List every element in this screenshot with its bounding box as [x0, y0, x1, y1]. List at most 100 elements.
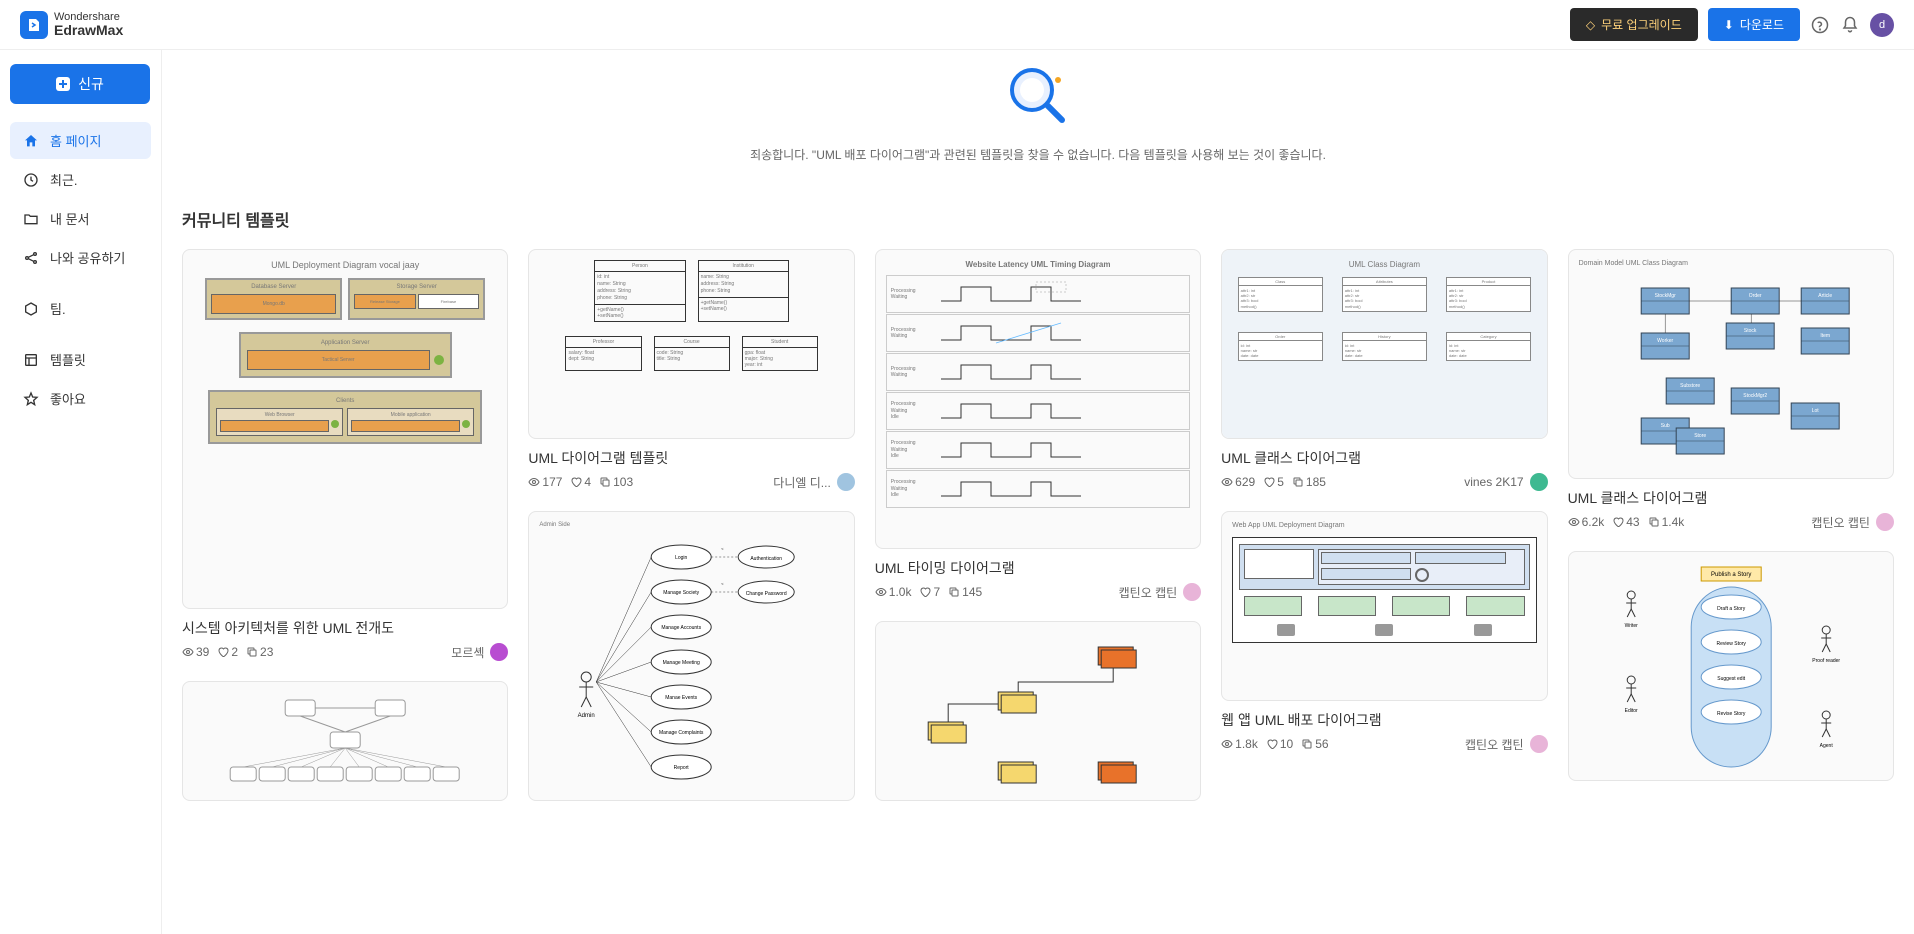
- copies-stat: 56: [1301, 737, 1328, 751]
- views-stat: 1.0k: [875, 585, 912, 599]
- svg-text:Admin: Admin: [578, 713, 595, 719]
- sidebar-item-template[interactable]: 템플릿: [10, 341, 151, 378]
- template-thumbnail: Publish a Story Draft a StoryReview Stor…: [1568, 551, 1894, 781]
- svg-text:StockMgr: StockMgr: [1654, 293, 1675, 299]
- heart-icon: [217, 646, 229, 658]
- heart-icon: [1263, 476, 1275, 488]
- template-meta: 6.2k 43 1.4k 캡틴오 캡틴: [1568, 513, 1894, 531]
- template-author[interactable]: 다니엘 디...: [773, 473, 855, 491]
- template-meta: 177 4 103 다니엘 디...: [528, 473, 854, 491]
- copy-icon: [599, 476, 611, 488]
- template-card[interactable]: Website Latency UML Timing Diagram Proce…: [875, 249, 1201, 601]
- folder-icon: [22, 210, 40, 228]
- svg-text:Manage Society: Manage Society: [664, 590, 700, 596]
- bell-icon[interactable]: [1840, 15, 1860, 35]
- template-author[interactable]: 캡틴오 캡틴: [1465, 735, 1548, 753]
- copy-icon: [948, 586, 960, 598]
- svg-text:Revise Story: Revise Story: [1717, 711, 1746, 717]
- template-meta: 39 2 23 모르셱: [182, 643, 508, 661]
- team-icon: [22, 300, 40, 318]
- heart-icon: [1266, 738, 1278, 750]
- copy-icon: [1292, 476, 1304, 488]
- svg-text:Suggest edit: Suggest edit: [1717, 676, 1745, 682]
- template-card[interactable]: [182, 681, 508, 801]
- sidebar-item-star[interactable]: 좋아요: [10, 380, 151, 417]
- clock-icon: [22, 171, 40, 189]
- section-title: 커뮤니티 템플릿: [182, 207, 1894, 231]
- copies-stat: 185: [1292, 475, 1326, 489]
- template-card[interactable]: Domain Model UML Class Diagram StockMgrO…: [1568, 249, 1894, 531]
- template-author[interactable]: 캡틴오 캡틴: [1119, 583, 1202, 601]
- svg-text:Item: Item: [1820, 333, 1830, 339]
- author-avatar: [1183, 583, 1201, 601]
- sidebar-item-label: 홈 페이지: [50, 131, 101, 150]
- svg-text:Review Story: Review Story: [1716, 641, 1746, 647]
- likes-stat: 5: [1263, 475, 1284, 489]
- template-card[interactable]: Web App UML Deployment Diagram 웹 앱 UML 배…: [1221, 511, 1547, 753]
- copies-stat: 1.4k: [1648, 515, 1685, 529]
- svg-text:Agent: Agent: [1819, 743, 1833, 749]
- sidebar-item-label: 나와 공유하기: [50, 248, 125, 267]
- logo[interactable]: Wondershare EdrawMax: [20, 11, 123, 39]
- template-thumbnail: Admin Side Admin LoginManage SocietyMana…: [528, 511, 854, 801]
- search-message: 죄송합니다. "UML 배포 다이어그램"과 관련된 템플릿을 찾을 수 없습니…: [182, 146, 1894, 163]
- sidebar-item-team[interactable]: 팀.: [10, 290, 151, 327]
- template-card[interactable]: Admin Side Admin LoginManage SocietyMana…: [528, 511, 854, 801]
- svg-text:Order: Order: [1748, 293, 1761, 299]
- svg-text:Manage Accounts: Manage Accounts: [662, 625, 702, 631]
- sidebar-item-folder[interactable]: 내 문서: [10, 200, 151, 237]
- likes-stat: 2: [217, 645, 238, 659]
- heart-icon: [570, 476, 582, 488]
- content-area: 죄송합니다. "UML 배포 다이어그램"과 관련된 템플릿을 찾을 수 없습니…: [162, 50, 1914, 934]
- template-title: UML 클래스 다이어그램: [1221, 449, 1547, 467]
- template-author[interactable]: 모르셱: [451, 643, 508, 661]
- help-icon[interactable]: [1810, 15, 1830, 35]
- svg-text:Draft a Story: Draft a Story: [1717, 606, 1746, 612]
- sidebar-item-share[interactable]: 나와 공유하기: [10, 239, 151, 276]
- template-thumbnail: Personid: intname: Stringaddress: String…: [528, 249, 854, 439]
- search-illustration-icon: [1002, 60, 1074, 132]
- copy-icon: [1648, 516, 1660, 528]
- svg-text:Report: Report: [674, 765, 690, 771]
- eye-icon: [1221, 476, 1233, 488]
- template-card[interactable]: [875, 621, 1201, 801]
- svg-text:<>: <>: [722, 581, 725, 586]
- template-meta: 629 5 185 vines 2K17: [1221, 473, 1547, 491]
- svg-text:Worker: Worker: [1657, 338, 1673, 344]
- template-card[interactable]: UML Deployment Diagram vocal jaay Databa…: [182, 249, 508, 661]
- svg-text:Substore: Substore: [1680, 383, 1700, 389]
- template-thumbnail: [182, 681, 508, 801]
- template-author[interactable]: vines 2K17: [1464, 473, 1547, 491]
- svg-text:Manage Meeting: Manage Meeting: [663, 660, 700, 666]
- svg-text:Store: Store: [1694, 433, 1706, 439]
- svg-text:Stock: Stock: [1744, 328, 1757, 334]
- share-icon: [22, 249, 40, 267]
- heart-icon: [919, 586, 931, 598]
- sidebar-item-home[interactable]: 홈 페이지: [10, 122, 151, 159]
- upgrade-button[interactable]: ◇ 무료 업그레이드: [1570, 8, 1698, 41]
- avatar[interactable]: d: [1870, 13, 1894, 37]
- new-button[interactable]: 신규: [10, 64, 150, 104]
- template-card[interactable]: Publish a Story Draft a StoryReview Stor…: [1568, 551, 1894, 781]
- template-grid: UML Deployment Diagram vocal jaay Databa…: [182, 249, 1894, 821]
- svg-text:StockMgr2: StockMgr2: [1743, 393, 1767, 399]
- header-actions: ◇ 무료 업그레이드 ⬇ 다운로드 d: [1570, 8, 1894, 41]
- logo-text: Wondershare EdrawMax: [54, 11, 123, 38]
- eye-icon: [1568, 516, 1580, 528]
- template-thumbnail: UML Class Diagram Classattr1: intattr2: …: [1221, 249, 1547, 439]
- sidebar-item-clock[interactable]: 최근.: [10, 161, 151, 198]
- eye-icon: [182, 646, 194, 658]
- template-title: 웹 앱 UML 배포 다이어그램: [1221, 711, 1547, 729]
- template-author[interactable]: 캡틴오 캡틴: [1811, 513, 1894, 531]
- svg-text:Proof reader: Proof reader: [1812, 658, 1840, 664]
- template-card[interactable]: UML Class Diagram Classattr1: intattr2: …: [1221, 249, 1547, 491]
- svg-text:Login: Login: [675, 555, 687, 561]
- template-thumbnail: Website Latency UML Timing Diagram Proce…: [875, 249, 1201, 549]
- eye-icon: [875, 586, 887, 598]
- template-card[interactable]: Personid: intname: Stringaddress: String…: [528, 249, 854, 491]
- copies-stat: 103: [599, 475, 633, 489]
- svg-text:Sub: Sub: [1660, 423, 1669, 429]
- likes-stat: 10: [1266, 737, 1293, 751]
- svg-text:<>: <>: [722, 546, 725, 551]
- download-button[interactable]: ⬇ 다운로드: [1708, 8, 1800, 41]
